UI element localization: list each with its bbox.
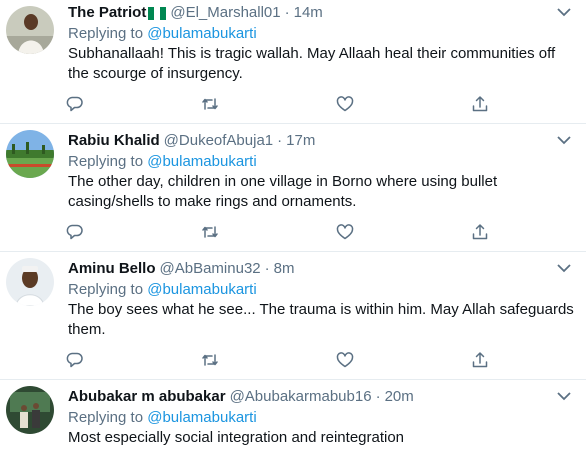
retweet-icon[interactable] bbox=[200, 350, 220, 370]
avatar[interactable] bbox=[6, 258, 54, 306]
reply-icon[interactable] bbox=[65, 350, 85, 370]
heart-icon[interactable] bbox=[335, 94, 355, 114]
reply-to-handle-link[interactable]: @bulamabukarti bbox=[147, 25, 256, 42]
tweet-actions bbox=[65, 340, 574, 384]
separator-dot: · bbox=[375, 388, 381, 405]
tweet-actions bbox=[65, 212, 574, 256]
replying-to: Replying to @bulamabukarti bbox=[68, 152, 574, 171]
display-name[interactable]: Aminu Bello bbox=[68, 260, 156, 278]
share-icon[interactable] bbox=[470, 94, 490, 114]
user-handle[interactable]: @Abubakarmabub16 bbox=[230, 388, 372, 406]
separator-dot: · bbox=[284, 4, 290, 21]
avatar[interactable] bbox=[6, 6, 54, 54]
tweet[interactable]: Abubakar m abubakar @Abubakarmabub16 · 2… bbox=[0, 380, 586, 462]
replying-to-label: Replying to bbox=[68, 25, 144, 42]
tweet[interactable]: Aminu Bello @AbBaminu32 · 8m Replying to… bbox=[0, 252, 586, 380]
tweet-text: Most especially social integration and r… bbox=[68, 429, 405, 446]
replying-to: Replying to @bulamabukarti bbox=[68, 24, 574, 43]
reply-to-handle-link[interactable]: @bulamabukarti bbox=[147, 153, 256, 170]
replying-to: Replying to @bulamabukarti bbox=[68, 408, 574, 427]
user-handle[interactable]: @El_Marshall01 bbox=[170, 4, 280, 22]
avatar[interactable] bbox=[6, 386, 54, 434]
chevron-down-icon[interactable] bbox=[555, 390, 573, 402]
chevron-down-icon[interactable] bbox=[555, 262, 573, 274]
replying-to-label: Replying to bbox=[68, 153, 144, 170]
reply-icon[interactable] bbox=[65, 94, 85, 114]
reply-icon[interactable] bbox=[65, 222, 85, 242]
display-name[interactable]: Rabiu Khalid bbox=[68, 132, 160, 150]
timestamp[interactable]: 17m bbox=[286, 132, 315, 150]
share-icon[interactable] bbox=[470, 222, 490, 242]
reply-feed: The Patriot @El_Marshall01 · 14m Replyin… bbox=[0, 0, 586, 462]
display-name[interactable]: Abubakar m abubakar bbox=[68, 388, 226, 406]
replying-to: Replying to @bulamabukarti bbox=[68, 280, 574, 299]
retweet-icon[interactable] bbox=[200, 94, 220, 114]
replying-to-label: Replying to bbox=[68, 281, 144, 298]
user-handle[interactable]: @DukeofAbuja1 bbox=[164, 132, 273, 150]
tweet-text: The other day, children in one village i… bbox=[68, 173, 498, 210]
tweet-actions bbox=[65, 84, 574, 128]
reply-to-handle-link[interactable]: @bulamabukarti bbox=[147, 409, 256, 426]
chevron-down-icon[interactable] bbox=[555, 134, 573, 146]
timestamp[interactable]: 20m bbox=[385, 388, 414, 406]
heart-icon[interactable] bbox=[335, 350, 355, 370]
separator-dot: · bbox=[277, 132, 283, 149]
separator-dot: · bbox=[264, 260, 270, 277]
tweet[interactable]: Rabiu Khalid @DukeofAbuja1 · 17m Replyin… bbox=[0, 124, 586, 252]
heart-icon[interactable] bbox=[335, 222, 355, 242]
tweet[interactable]: The Patriot @El_Marshall01 · 14m Replyin… bbox=[0, 0, 586, 124]
timestamp[interactable]: 8m bbox=[274, 260, 295, 278]
timestamp[interactable]: 14m bbox=[294, 4, 323, 22]
replying-to-label: Replying to bbox=[68, 409, 144, 426]
reply-to-handle-link[interactable]: @bulamabukarti bbox=[147, 281, 256, 298]
chevron-down-icon[interactable] bbox=[555, 6, 573, 18]
avatar[interactable] bbox=[6, 130, 54, 178]
display-name[interactable]: The Patriot bbox=[68, 4, 146, 22]
share-icon[interactable] bbox=[470, 350, 490, 370]
tweet-text: The boy sees what he see... The trauma i… bbox=[68, 301, 574, 338]
tweet-text: Subhanallaah! This is tragic wallah. May… bbox=[68, 45, 556, 82]
retweet-icon[interactable] bbox=[200, 222, 220, 242]
user-handle[interactable]: @AbBaminu32 bbox=[160, 260, 261, 278]
nigeria-flag-icon bbox=[148, 6, 167, 20]
